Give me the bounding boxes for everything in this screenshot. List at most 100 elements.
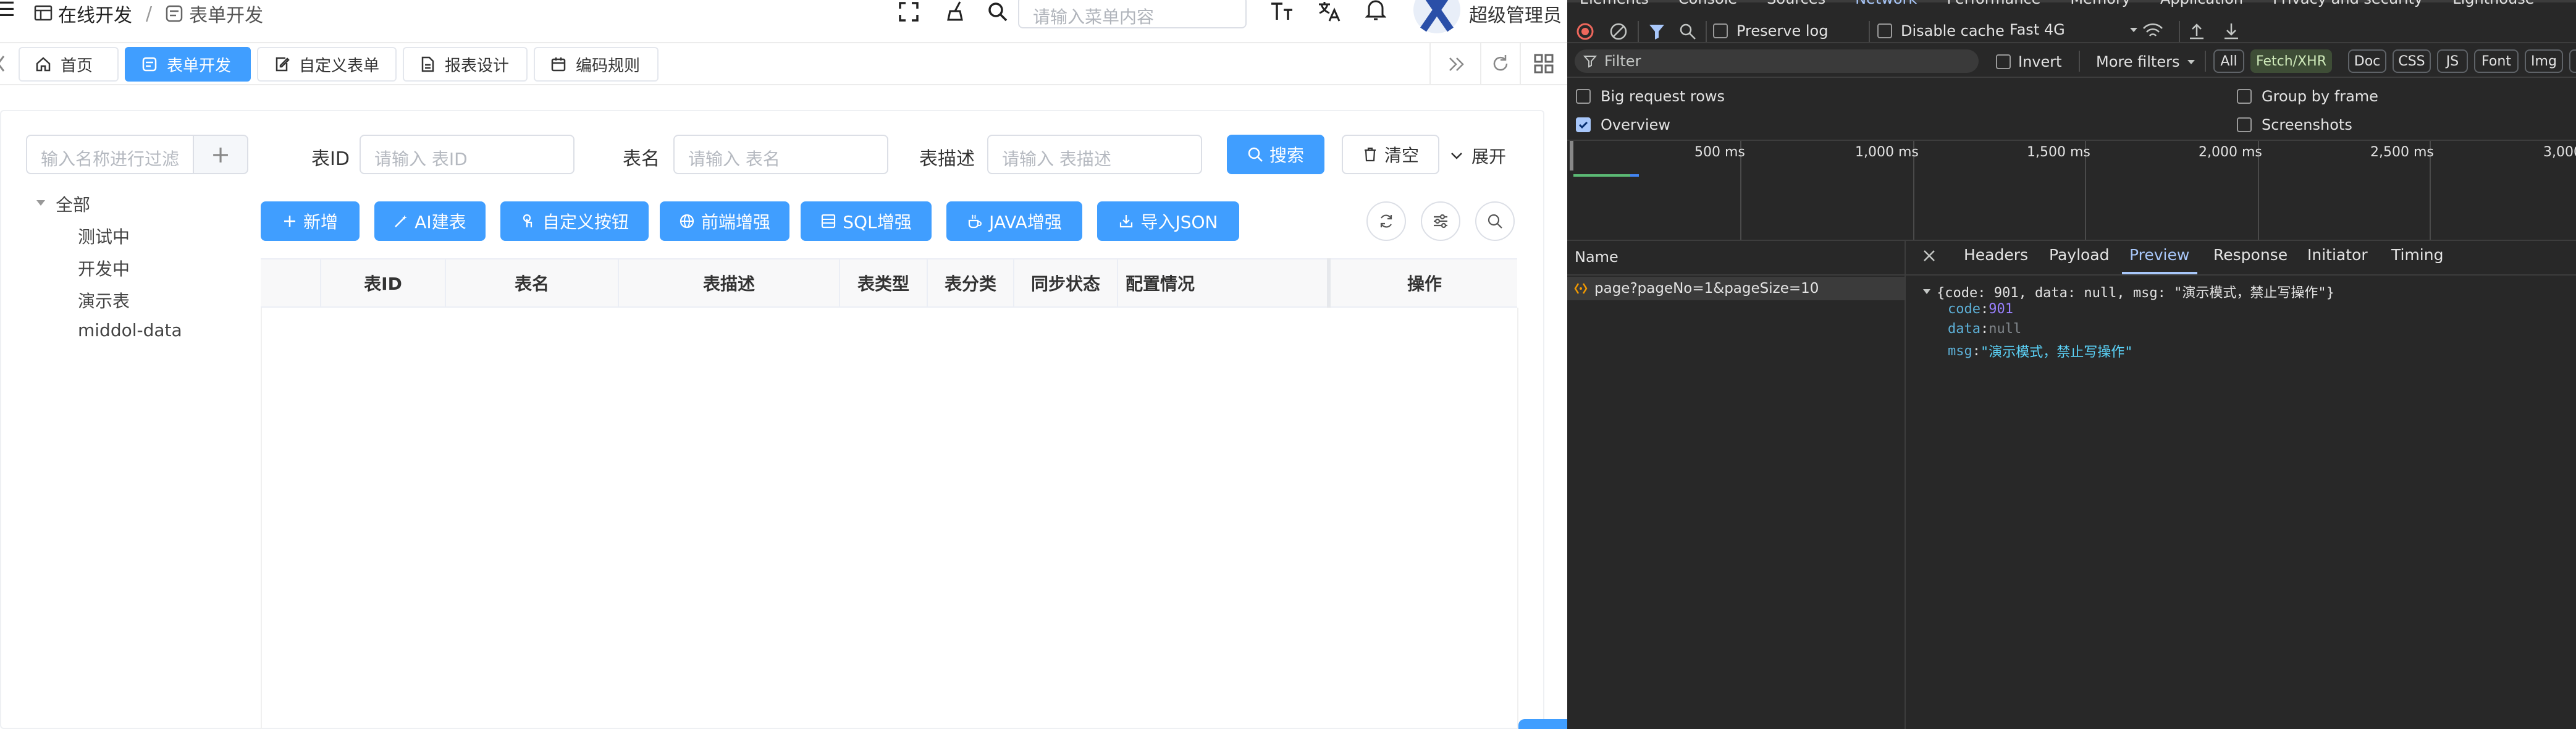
table-name-input[interactable]: 请输入 表名: [673, 135, 888, 174]
type-filter-fetch-xhr[interactable]: Fetch/XHR: [2250, 49, 2332, 73]
filter-icon[interactable]: [1648, 22, 1666, 41]
tree-node-middol-data[interactable]: middol-data: [78, 320, 182, 340]
refresh-table-button[interactable]: [1366, 201, 1406, 241]
column-header-table-desc[interactable]: 表描述: [619, 258, 839, 308]
detail-tab-timing[interactable]: Timing: [2391, 246, 2443, 271]
import-har-icon[interactable]: [2187, 21, 2206, 41]
preserve-log-checkbox[interactable]: Preserve log: [1713, 22, 1828, 40]
tab-privacy-security[interactable]: Privacy and security: [2273, 0, 2423, 7]
clear-button[interactable]: 清空: [1342, 135, 1439, 174]
tab-lighthouse[interactable]: Lighthouse: [2452, 0, 2534, 7]
checkbox[interactable]: [1996, 54, 2011, 69]
checkbox[interactable]: [1877, 23, 1892, 38]
ai-build-button[interactable]: AI建表: [374, 201, 486, 241]
tab-elements[interactable]: Elements: [1580, 0, 1649, 7]
avatar[interactable]: [1412, 0, 1462, 35]
grid-icon[interactable]: [1533, 53, 1554, 74]
tree-node-testing[interactable]: 测试中: [78, 224, 130, 248]
checkbox[interactable]: [1576, 117, 1591, 132]
column-header-actions[interactable]: 操作: [1332, 258, 1517, 308]
tree-add-button[interactable]: +: [193, 135, 248, 174]
tab-console[interactable]: Console: [1678, 0, 1737, 7]
type-filter-font[interactable]: Font: [2474, 49, 2519, 73]
column-header-sync-status[interactable]: 同步状态: [1014, 258, 1117, 308]
tab-application[interactable]: Application: [2160, 0, 2243, 7]
column-header-table-type[interactable]: 表类型: [840, 258, 927, 308]
floating-action-tab[interactable]: [1518, 719, 1567, 729]
search-button[interactable]: 搜索: [1227, 135, 1324, 174]
tree-node-root[interactable]: 全部: [56, 192, 90, 216]
type-filter-js[interactable]: JS: [2437, 49, 2468, 73]
tab-report-design[interactable]: 报表设计: [403, 47, 528, 82]
toggle-search-button[interactable]: [1475, 201, 1515, 241]
refresh-icon[interactable]: [1490, 53, 1511, 74]
tab-custom-form[interactable]: 自定义表单: [257, 47, 397, 82]
close-icon[interactable]: [1922, 248, 1937, 263]
column-settings-button[interactable]: [1421, 201, 1460, 241]
name-column-header[interactable]: Name: [1575, 248, 1618, 266]
tree-node-demo[interactable]: 演示表: [78, 288, 130, 313]
timeline-handle[interactable]: [1570, 141, 1573, 171]
detail-tab-headers[interactable]: Headers: [1964, 246, 2028, 271]
hamburger-icon[interactable]: ☰: [0, 0, 15, 21]
expand-button[interactable]: 展开: [1449, 143, 1506, 168]
network-conditions-icon[interactable]: [2142, 21, 2164, 41]
tab-sources[interactable]: Sources: [1767, 0, 1825, 7]
java-enhance-button[interactable]: JAVA增强: [946, 201, 1082, 241]
more-filters-dropdown[interactable]: More filters: [2096, 53, 2197, 70]
detail-tab-preview[interactable]: Preview: [2129, 246, 2189, 271]
search-icon[interactable]: [987, 1, 1008, 22]
tree-filter-input[interactable]: 输入名称进行过滤: [26, 135, 194, 174]
column-header-table-name[interactable]: 表名: [446, 258, 618, 308]
checkbox[interactable]: [1576, 89, 1591, 104]
column-header-table-category[interactable]: 表分类: [928, 258, 1013, 308]
invert-checkbox[interactable]: Invert: [1996, 53, 2062, 70]
double-chevron-right-icon[interactable]: [1447, 54, 1467, 74]
import-json-button[interactable]: 导入JSON: [1097, 201, 1239, 241]
user-name[interactable]: 超级管理员: [1469, 0, 1562, 27]
column-header-config[interactable]: 配置情况: [1118, 258, 1328, 308]
table-desc-input[interactable]: 请输入 表描述: [987, 135, 1202, 174]
disable-cache-checkbox[interactable]: Disable cache: [1877, 22, 2005, 40]
tab-network[interactable]: Network: [1855, 0, 1917, 7]
broom-icon[interactable]: [945, 0, 967, 22]
detail-tab-initiator[interactable]: Initiator: [2307, 246, 2368, 271]
caret-down-icon[interactable]: [35, 196, 47, 209]
sql-enhance-button[interactable]: SQL增强: [801, 201, 932, 241]
type-filter-more[interactable]: [2569, 49, 2576, 73]
checkbox[interactable]: [1713, 23, 1728, 38]
filter-input[interactable]: Filter: [1575, 49, 1979, 73]
bell-icon[interactable]: [1365, 0, 1386, 21]
tab-memory[interactable]: Memory: [2070, 0, 2131, 7]
font-size-icon[interactable]: [1270, 1, 1294, 22]
menu-search-input[interactable]: 请输入菜单内容: [1018, 0, 1247, 28]
tab-performance[interactable]: Performance: [1947, 0, 2040, 7]
checkbox[interactable]: [2237, 117, 2252, 132]
type-filter-img[interactable]: Img: [2525, 49, 2563, 73]
custom-button-button[interactable]: 自定义按钮: [500, 201, 649, 241]
group-by-frame-checkbox[interactable]: Group by frame: [2237, 88, 2378, 105]
tab-coding-rules[interactable]: 编码规则: [534, 47, 659, 82]
search-icon[interactable]: [1678, 22, 1697, 41]
export-har-icon[interactable]: [2222, 21, 2241, 41]
fullscreen-icon[interactable]: [898, 1, 919, 22]
preview-summary-row[interactable]: {code: 901, data: null, msg: "演示模式，禁止写操作…: [1922, 282, 2334, 301]
checkbox[interactable]: [2237, 89, 2252, 104]
translate-icon[interactable]: [1317, 0, 1341, 23]
column-header-table-id[interactable]: 表ID: [321, 258, 445, 308]
tab-form-dev[interactable]: 表单开发: [125, 47, 251, 82]
breadcrumb-root[interactable]: 在线开发: [58, 0, 132, 27]
tree-node-developing[interactable]: 开发中: [78, 256, 130, 280]
table-id-input[interactable]: 请输入 表ID: [360, 135, 575, 174]
tab-home[interactable]: 首页: [19, 47, 119, 82]
type-filter-all[interactable]: All: [2213, 49, 2244, 73]
type-filter-css[interactable]: CSS: [2393, 49, 2431, 73]
throttle-select[interactable]: Fast 4G: [2010, 21, 2139, 38]
big-request-rows-checkbox[interactable]: Big request rows: [1576, 88, 1725, 105]
request-row[interactable]: page?pageNo=1&pageSize=10: [1567, 277, 1905, 300]
frontend-enhance-button[interactable]: 前端增强: [660, 201, 789, 241]
type-filter-doc[interactable]: Doc: [2348, 49, 2386, 73]
screenshots-checkbox[interactable]: Screenshots: [2237, 116, 2352, 133]
tags-scroll-left-icon[interactable]: [0, 54, 5, 73]
detail-tab-response[interactable]: Response: [2213, 246, 2288, 271]
